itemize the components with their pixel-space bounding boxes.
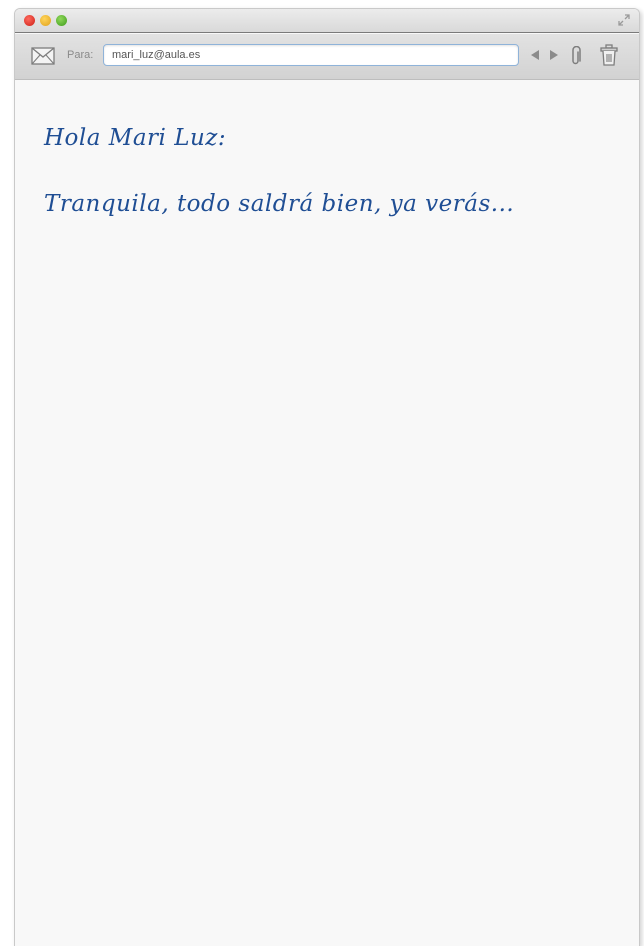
compose-toolbar: Para: <box>15 34 639 80</box>
greeting-text: Hola Mari Luz: <box>44 125 227 151</box>
message-body[interactable]: Hola Mari Luz: Tranquila, todo saldrá bi… <box>15 81 639 946</box>
zoom-button[interactable] <box>56 15 67 26</box>
trash-icon[interactable] <box>600 44 618 66</box>
fullscreen-icon[interactable] <box>617 13 631 27</box>
to-label: Para: <box>67 49 94 61</box>
mail-icon <box>31 47 55 65</box>
previous-icon[interactable] <box>529 48 541 62</box>
to-field[interactable] <box>103 44 519 66</box>
close-button[interactable] <box>24 15 35 26</box>
next-icon[interactable] <box>548 48 560 62</box>
title-bar <box>15 9 639 33</box>
paperclip-icon[interactable] <box>570 46 582 66</box>
mail-window: Para: Hola Mari Luz: Tranquila, todo sal… <box>14 8 640 946</box>
message-text: Tranquila, todo saldrá bien, ya verás... <box>44 191 515 217</box>
minimize-button[interactable] <box>40 15 51 26</box>
